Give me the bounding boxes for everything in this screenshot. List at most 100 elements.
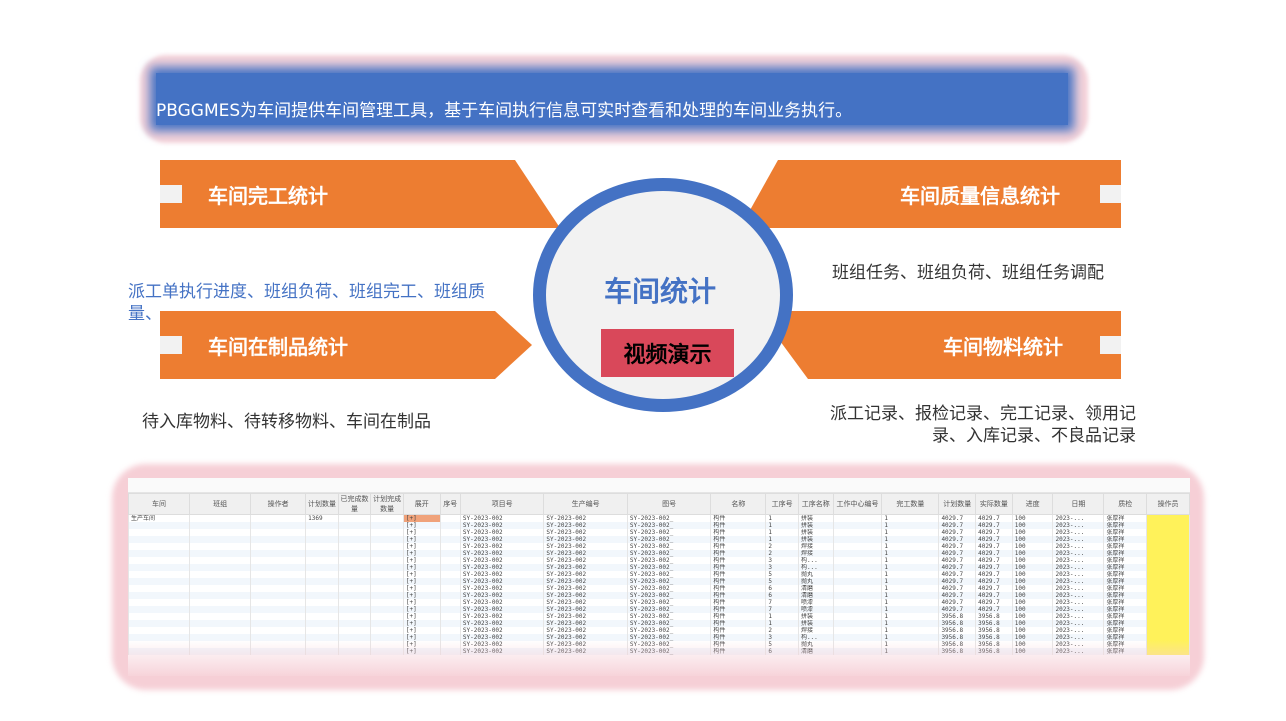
table-row[interactable]: [+] SY-2023-002 SY-2023-002 SY-2023-002_ 构件 7… <box>128 599 1190 606</box>
quality-description: 班组任务、班组负荷、班组任务调配 <box>832 263 1104 283</box>
table-cell: 4029.7 <box>975 571 1013 578</box>
table-cell: 4029.7 <box>938 585 977 592</box>
table-row[interactable]: [+]SY-2023-002SY-2023-002SY-2023-002_构件5… <box>128 571 1190 578</box>
table-cell <box>370 536 404 543</box>
table-cell[interactable]: [+] <box>402 543 441 550</box>
table-cell <box>305 606 339 613</box>
table-cell: SY-2023-002_ <box>626 585 712 592</box>
table-cell <box>832 620 883 627</box>
column-header[interactable]: 序号 <box>439 493 461 515</box>
table-cell: 1 <box>881 543 940 550</box>
column-header[interactable]: 进度 <box>1011 493 1054 515</box>
table-cell[interactable]: [+] <box>402 529 441 536</box>
table-cell[interactable]: [+] <box>402 613 441 620</box>
column-header[interactable]: 项目号 <box>459 493 545 515</box>
table-cell[interactable]: [+] <box>402 592 441 599</box>
column-header[interactable]: 已完成数量 <box>337 493 372 515</box>
table-cell[interactable]: [+] <box>402 578 441 585</box>
table-row[interactable]: [+] SY-2023-002 SY-2023-002 SY-2023-002_ 构件 1… <box>128 529 1190 536</box>
column-header[interactable]: 操作员 <box>1146 493 1190 515</box>
column-header[interactable]: 计划完成数量 <box>370 493 404 515</box>
table-cell <box>439 592 461 599</box>
table-row[interactable]: [+]SY-2023-002SY-2023-002SY-2023-002_构件5… <box>128 578 1190 585</box>
table-row[interactable]: [+]SY-2023-002SY-2023-002SY-2023-002_构件6… <box>128 592 1190 599</box>
table-cell <box>439 536 461 543</box>
table-row[interactable]: [+] SY-2023-002 SY-2023-002 SY-2023-002_ 构件 3… <box>128 557 1190 564</box>
table-cell <box>439 620 461 627</box>
table-cell <box>370 514 404 522</box>
table-cell: 3 <box>765 564 799 571</box>
table-cell: 2023-... <box>1052 599 1105 606</box>
column-header[interactable]: 操作者 <box>250 493 307 515</box>
column-header[interactable]: 计划数量 <box>305 493 339 515</box>
table-cell: 4029.7 <box>938 571 977 578</box>
column-header[interactable]: 车间 <box>128 493 191 515</box>
table-cell <box>128 620 191 627</box>
table-cell: 张厚祥 <box>1103 543 1148 550</box>
table-cell: 张厚祥 <box>1103 550 1148 557</box>
table-cell[interactable]: [+] <box>402 522 441 529</box>
table-cell <box>832 557 883 564</box>
table-cell: 2023-... <box>1052 543 1105 550</box>
data-grid: 车间 班组 操作者 计划数量 已完成数量 计划完成数量 展开 序号 项目号 生产编号 图号 名称 工序号… <box>128 493 1190 655</box>
table-row[interactable]: 生产车间 1369 [+] SY-2023-002 SY-2023-002 SY-2023… <box>128 514 1190 522</box>
table-cell: SY-2023-002_ <box>626 613 712 620</box>
column-header[interactable]: 工序名称 <box>797 493 834 515</box>
table-row[interactable]: [+] SY-2023-002 SY-2023-002 SY-2023-002_ 构件 2… <box>128 627 1190 634</box>
column-header[interactable]: 计划数量 <box>938 493 977 515</box>
column-header[interactable]: 质检 <box>1103 493 1148 515</box>
table-cell: 3956.8 <box>975 627 1013 634</box>
column-header[interactable]: 工序号 <box>765 493 799 515</box>
table-cell[interactable]: [+] <box>402 599 441 606</box>
column-header[interactable]: 实际数量 <box>975 493 1013 515</box>
table-cell <box>250 522 307 529</box>
table-cell: 100 <box>1011 557 1054 564</box>
table-row[interactable]: [+]SY-2023-002SY-2023-002SY-2023-002_构件6… <box>128 585 1190 592</box>
table-row[interactable]: [+] SY-2023-002 SY-2023-002 SY-2023-002_ 构件 1… <box>128 522 1190 529</box>
table-cell <box>128 564 191 571</box>
column-header[interactable]: 展开 <box>402 493 441 515</box>
table-cell[interactable]: [+] <box>402 514 441 522</box>
table-cell: 100 <box>1011 564 1054 571</box>
table-cell <box>305 627 339 634</box>
table-cell: 1 <box>765 522 799 529</box>
center-title: 车间统计 <box>603 275 716 308</box>
table-cell: 4029.7 <box>975 522 1013 529</box>
table-cell[interactable]: [+] <box>402 550 441 557</box>
table-cell <box>439 522 461 529</box>
table-cell: 2023-... <box>1052 514 1105 522</box>
table-cell[interactable]: [+] <box>402 571 441 578</box>
table-cell: SY-2023-002 <box>459 529 545 536</box>
table-cell[interactable]: [+] <box>402 564 441 571</box>
table-cell[interactable]: [+] <box>402 557 441 564</box>
table-cell: 100 <box>1011 514 1054 522</box>
table-cell: 构件 <box>710 536 767 543</box>
video-demo-button[interactable]: 视频演示 <box>601 329 734 377</box>
table-cell: 张厚祥 <box>1103 620 1148 627</box>
table-cell[interactable]: [+] <box>402 627 441 634</box>
column-header[interactable]: 完工数量 <box>881 493 940 515</box>
table-cell <box>189 599 252 606</box>
table-row[interactable]: [+] SY-2023-002 SY-2023-002 SY-2023-002_ 构件 3… <box>128 564 1190 571</box>
table-row[interactable]: [+] SY-2023-002 SY-2023-002 SY-2023-002_ 构件 2… <box>128 550 1190 557</box>
column-header[interactable]: 生产编号 <box>543 493 628 515</box>
table-cell: 100 <box>1011 522 1054 529</box>
column-header[interactable]: 名称 <box>710 493 767 515</box>
table-cell[interactable]: [+] <box>402 536 441 543</box>
column-header[interactable]: 图号 <box>626 493 712 515</box>
column-header[interactable]: 班组 <box>189 493 252 515</box>
table-cell <box>439 514 461 522</box>
table-cell: SY-2023-002_ <box>626 571 712 578</box>
table-cell[interactable]: [+] <box>402 606 441 613</box>
column-header[interactable]: 日期 <box>1052 493 1105 515</box>
column-header[interactable]: 工作中心编号 <box>832 493 883 515</box>
table-cell: 1 <box>881 620 940 627</box>
table-row[interactable]: [+] SY-2023-002 SY-2023-002 SY-2023-002_ 构件 1… <box>128 536 1190 543</box>
table-cell[interactable]: [+] <box>402 620 441 627</box>
table-row[interactable]: [+] SY-2023-002 SY-2023-002 SY-2023-002_ 构件 1… <box>128 620 1190 627</box>
tag-material-stats: 车间物料统计 <box>758 311 1121 379</box>
table-row[interactable]: [+] SY-2023-002 SY-2023-002 SY-2023-002_ 构件 2… <box>128 543 1190 550</box>
table-cell[interactable]: [+] <box>402 585 441 592</box>
table-row[interactable]: [+] SY-2023-002 SY-2023-002 SY-2023-002_ 构件 1… <box>128 613 1190 620</box>
table-row[interactable]: [+] SY-2023-002 SY-2023-002 SY-2023-002_ 构件 7… <box>128 606 1190 613</box>
